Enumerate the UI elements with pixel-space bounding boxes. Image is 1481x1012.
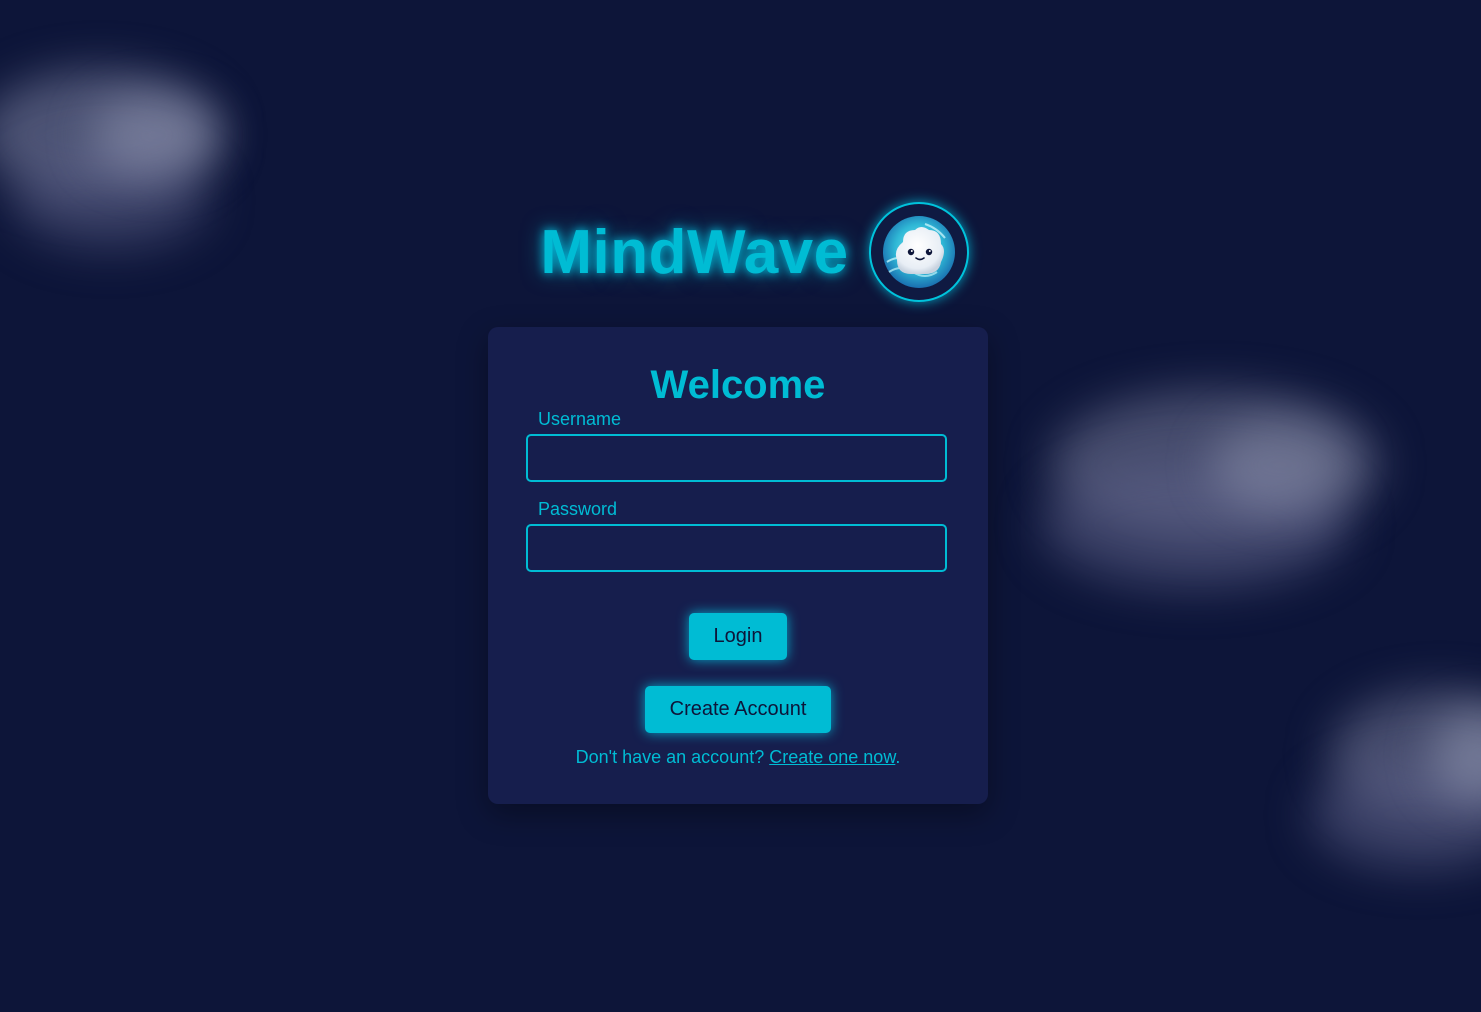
cute-cloud-mascot-icon (882, 216, 955, 288)
signup-prompt: Don't have an account? Create one now. (488, 747, 988, 768)
username-input[interactable] (526, 434, 947, 482)
app-logo (868, 202, 969, 302)
create-one-now-link[interactable]: Create one now (769, 747, 895, 767)
signup-prompt-text: Don't have an account? (575, 747, 770, 767)
brand-header: MindWave (0, 200, 1481, 304)
cloud-decoration (1210, 420, 1350, 510)
login-page: MindWave Welcome Username Password Login… (0, 0, 1481, 1012)
welcome-heading: Welcome (650, 363, 826, 407)
app-title: MindWave (540, 217, 849, 287)
password-label: Password (538, 499, 618, 519)
create-account-button[interactable]: Create Account (645, 686, 831, 733)
password-input[interactable] (526, 524, 947, 572)
cloud-decoration (90, 95, 220, 175)
signup-prompt-suffix: . (895, 747, 901, 767)
username-label: Username (538, 409, 622, 429)
login-button[interactable]: Login (689, 613, 787, 660)
login-card: Welcome Username Password Login Create A… (488, 327, 988, 804)
